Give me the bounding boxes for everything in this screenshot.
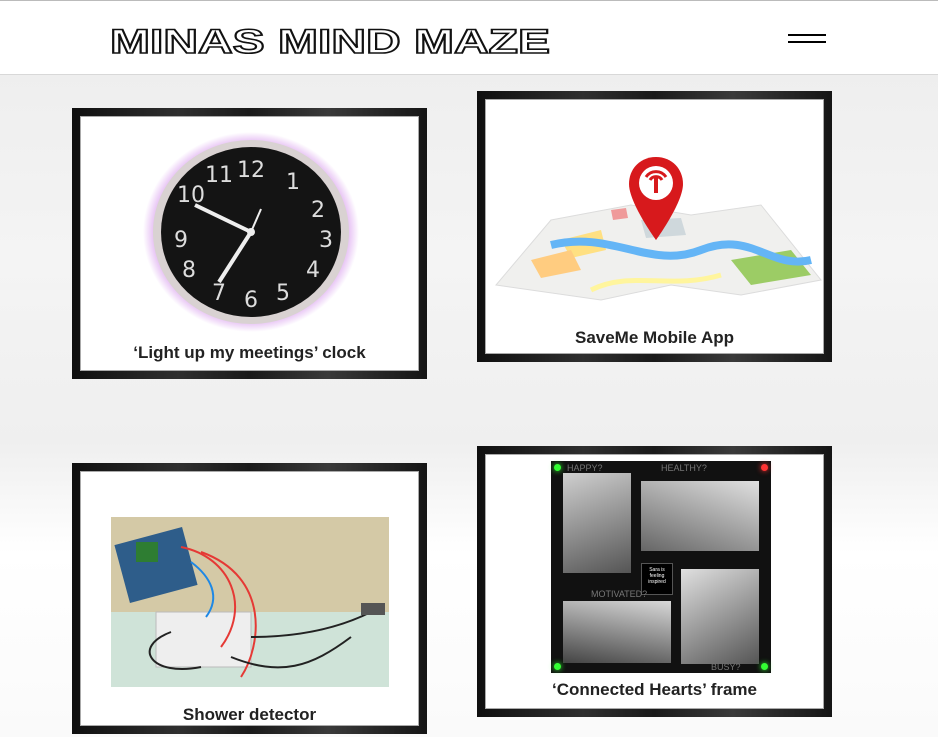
project-card-body: Sara is feeling inspired HAPPY? HEALTHY?… [485, 454, 824, 709]
site-logo[interactable]: MINAS MIND MAZE [110, 25, 550, 57]
project-caption[interactable]: ‘Light up my meetings’ clock [81, 343, 418, 363]
project-card-body: SaveMe Mobile App [485, 99, 824, 354]
project-caption[interactable]: ‘Connected Hearts’ frame [486, 680, 823, 700]
led-icon [554, 663, 561, 670]
led-icon [554, 464, 561, 471]
svg-text:11: 11 [205, 163, 233, 188]
svg-text:4: 4 [306, 258, 320, 283]
hamburger-menu-icon[interactable] [788, 32, 826, 48]
circuit-board-image [111, 517, 389, 687]
svg-text:7: 7 [212, 281, 226, 306]
project-card-clock[interactable]: 12 1 2 345 678 9 10 11 ‘Light up my meetings… [72, 108, 427, 379]
svg-text:5: 5 [276, 281, 290, 306]
project-caption[interactable]: SaveMe Mobile App [486, 328, 823, 348]
frame-label-motivated: MOTIVATED? [591, 589, 648, 599]
frame-label-happy: HAPPY? [567, 463, 603, 473]
frame-label-busy: BUSY? [711, 662, 741, 672]
project-caption[interactable]: Shower detector [81, 705, 418, 725]
led-icon [761, 464, 768, 471]
svg-text:8: 8 [182, 258, 196, 283]
svg-text:1: 1 [286, 170, 300, 195]
project-card-shower[interactable]: Shower detector [72, 463, 427, 734]
project-card-body: 12 1 2 345 678 9 10 11 ‘Light up my meetings… [80, 116, 419, 371]
site-header: MINAS MIND MAZE [0, 0, 938, 75]
svg-text:3: 3 [319, 228, 333, 253]
project-card-body: Shower detector [80, 471, 419, 726]
project-card-saveme[interactable]: SaveMe Mobile App [477, 91, 832, 362]
location-pin-icon [629, 157, 683, 240]
photo-frame-image: Sara is feeling inspired HAPPY? HEALTHY?… [551, 461, 771, 673]
site-title: MINAS MIND MAZE [110, 25, 550, 57]
frame-label-healthy: HEALTHY? [661, 463, 707, 473]
svg-text:2: 2 [311, 198, 325, 223]
svg-text:12: 12 [237, 158, 265, 183]
svg-text:6: 6 [244, 288, 258, 313]
svg-text:10: 10 [177, 183, 205, 208]
project-card-connected-hearts[interactable]: Sara is feeling inspired HAPPY? HEALTHY?… [477, 446, 832, 717]
wall-clock-image: 12 12 345 678 91011 [143, 132, 359, 332]
svg-text:9: 9 [174, 228, 188, 253]
led-icon [761, 663, 768, 670]
frame-center-label: Sara is feeling inspired [648, 567, 666, 585]
